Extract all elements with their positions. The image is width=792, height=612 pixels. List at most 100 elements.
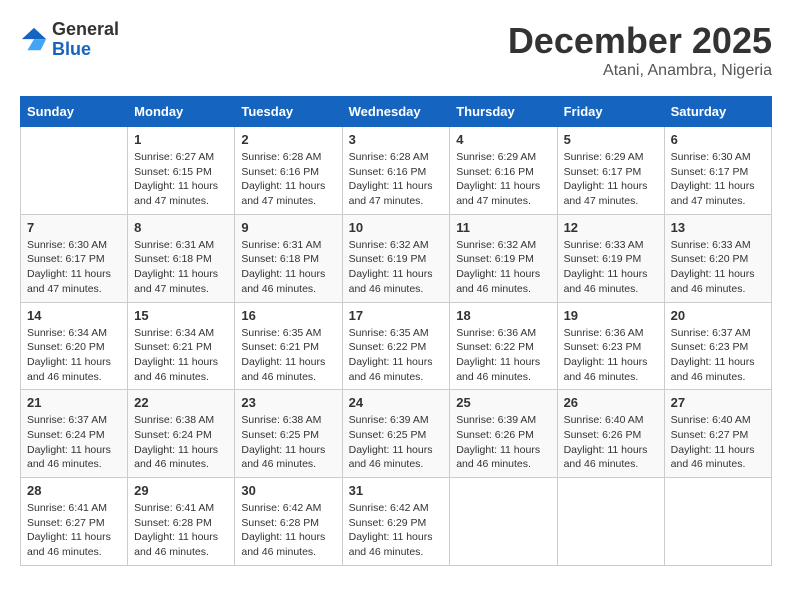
day-info: Sunrise: 6:33 AMSunset: 6:20 PMDaylight:… [671, 238, 765, 297]
calendar-cell: 25 Sunrise: 6:39 AMSunset: 6:26 PMDayligh… [450, 390, 557, 478]
day-info: Sunrise: 6:42 AMSunset: 6:28 PMDaylight:… [241, 501, 335, 560]
calendar-header-wednesday: Wednesday [342, 97, 450, 127]
day-number: 14 [27, 308, 121, 323]
day-number: 28 [27, 483, 121, 498]
logo: General Blue [20, 20, 119, 60]
calendar-cell: 1 Sunrise: 6:27 AMSunset: 6:15 PMDaylight… [128, 127, 235, 215]
day-number: 1 [134, 132, 228, 147]
day-info: Sunrise: 6:41 AMSunset: 6:28 PMDaylight:… [134, 501, 228, 560]
day-info: Sunrise: 6:38 AMSunset: 6:25 PMDaylight:… [241, 413, 335, 472]
day-number: 31 [349, 483, 444, 498]
day-info: Sunrise: 6:39 AMSunset: 6:26 PMDaylight:… [456, 413, 550, 472]
day-number: 20 [671, 308, 765, 323]
day-number: 17 [349, 308, 444, 323]
day-info: Sunrise: 6:40 AMSunset: 6:26 PMDaylight:… [564, 413, 658, 472]
day-info: Sunrise: 6:38 AMSunset: 6:24 PMDaylight:… [134, 413, 228, 472]
day-info: Sunrise: 6:28 AMSunset: 6:16 PMDaylight:… [349, 150, 444, 209]
day-number: 19 [564, 308, 658, 323]
calendar-header-tuesday: Tuesday [235, 97, 342, 127]
calendar-header-thursday: Thursday [450, 97, 557, 127]
day-number: 22 [134, 395, 228, 410]
calendar-cell: 20 Sunrise: 6:37 AMSunset: 6:23 PMDayligh… [664, 302, 771, 390]
calendar-header-row: SundayMondayTuesdayWednesdayThursdayFrid… [21, 97, 772, 127]
calendar-cell: 10Sunrise: 6:32 AMSunset: 6:19 PMDayligh… [342, 214, 450, 302]
day-number: 10 [349, 220, 444, 235]
day-info: Sunrise: 6:28 AMSunset: 6:16 PMDaylight:… [241, 150, 335, 209]
day-info: Sunrise: 6:32 AMSunset: 6:19 PMDaylight:… [456, 238, 550, 297]
day-info: Sunrise: 6:37 AMSunset: 6:24 PMDaylight:… [27, 413, 121, 472]
day-number: 11 [456, 220, 550, 235]
calendar-cell: 30 Sunrise: 6:42 AMSunset: 6:28 PMDayligh… [235, 478, 342, 566]
day-number: 5 [564, 132, 658, 147]
day-number: 30 [241, 483, 335, 498]
day-info: Sunrise: 6:30 AMSunset: 6:17 PMDaylight:… [671, 150, 765, 209]
logo-general: General [52, 20, 119, 40]
calendar-cell: 13Sunrise: 6:33 AMSunset: 6:20 PMDayligh… [664, 214, 771, 302]
calendar-cell [664, 478, 771, 566]
day-info: Sunrise: 6:36 AMSunset: 6:22 PMDaylight:… [456, 326, 550, 385]
day-info: Sunrise: 6:29 AMSunset: 6:17 PMDaylight:… [564, 150, 658, 209]
day-info: Sunrise: 6:42 AMSunset: 6:29 PMDaylight:… [349, 501, 444, 560]
calendar-header-friday: Friday [557, 97, 664, 127]
calendar-header-sunday: Sunday [21, 97, 128, 127]
day-number: 4 [456, 132, 550, 147]
calendar-cell: 16 Sunrise: 6:35 AMSunset: 6:21 PMDayligh… [235, 302, 342, 390]
calendar-week-1: 1 Sunrise: 6:27 AMSunset: 6:15 PMDaylight… [21, 127, 772, 215]
page-header: General Blue December 2025 Atani, Anambr… [20, 20, 772, 80]
day-info: Sunrise: 6:33 AMSunset: 6:19 PMDaylight:… [564, 238, 658, 297]
day-number: 9 [241, 220, 335, 235]
day-info: Sunrise: 6:31 AMSunset: 6:18 PMDaylight:… [241, 238, 335, 297]
day-number: 26 [564, 395, 658, 410]
day-info: Sunrise: 6:30 AMSunset: 6:17 PMDaylight:… [27, 238, 121, 297]
calendar-cell: 27 Sunrise: 6:40 AMSunset: 6:27 PMDayligh… [664, 390, 771, 478]
title-block: December 2025 Atani, Anambra, Nigeria [508, 20, 772, 80]
calendar-cell: 22 Sunrise: 6:38 AMSunset: 6:24 PMDayligh… [128, 390, 235, 478]
calendar-cell: 4Sunrise: 6:29 AMSunset: 6:16 PMDaylight… [450, 127, 557, 215]
day-info: Sunrise: 6:31 AMSunset: 6:18 PMDaylight:… [134, 238, 228, 297]
day-number: 12 [564, 220, 658, 235]
day-info: Sunrise: 6:35 AMSunset: 6:22 PMDaylight:… [349, 326, 444, 385]
calendar-cell: 9 Sunrise: 6:31 AMSunset: 6:18 PMDaylight… [235, 214, 342, 302]
calendar-cell: 8 Sunrise: 6:31 AMSunset: 6:18 PMDaylight… [128, 214, 235, 302]
calendar-cell: 14Sunrise: 6:34 AMSunset: 6:20 PMDayligh… [21, 302, 128, 390]
calendar-cell: 26 Sunrise: 6:40 AMSunset: 6:26 PMDayligh… [557, 390, 664, 478]
calendar-cell: 23 Sunrise: 6:38 AMSunset: 6:25 PMDayligh… [235, 390, 342, 478]
logo-text: General Blue [52, 20, 119, 60]
location-title: Atani, Anambra, Nigeria [508, 62, 772, 80]
day-number: 23 [241, 395, 335, 410]
calendar-week-5: 28 Sunrise: 6:41 AMSunset: 6:27 PMDayligh… [21, 478, 772, 566]
day-number: 18 [456, 308, 550, 323]
calendar-cell: 31 Sunrise: 6:42 AMSunset: 6:29 PMDayligh… [342, 478, 450, 566]
logo-blue: Blue [52, 40, 119, 60]
day-info: Sunrise: 6:40 AMSunset: 6:27 PMDaylight:… [671, 413, 765, 472]
calendar-cell: 6 Sunrise: 6:30 AMSunset: 6:17 PMDaylight… [664, 127, 771, 215]
calendar-cell: 15Sunrise: 6:34 AMSunset: 6:21 PMDayligh… [128, 302, 235, 390]
calendar-week-2: 7 Sunrise: 6:30 AMSunset: 6:17 PMDaylight… [21, 214, 772, 302]
day-number: 6 [671, 132, 765, 147]
day-number: 16 [241, 308, 335, 323]
month-title: December 2025 [508, 20, 772, 62]
calendar-cell: 24 Sunrise: 6:39 AMSunset: 6:25 PMDayligh… [342, 390, 450, 478]
day-info: Sunrise: 6:35 AMSunset: 6:21 PMDaylight:… [241, 326, 335, 385]
calendar-cell: 28 Sunrise: 6:41 AMSunset: 6:27 PMDayligh… [21, 478, 128, 566]
day-number: 7 [27, 220, 121, 235]
day-info: Sunrise: 6:36 AMSunset: 6:23 PMDaylight:… [564, 326, 658, 385]
day-info: Sunrise: 6:37 AMSunset: 6:23 PMDaylight:… [671, 326, 765, 385]
calendar-cell: 18 Sunrise: 6:36 AMSunset: 6:22 PMDayligh… [450, 302, 557, 390]
calendar-cell [450, 478, 557, 566]
day-number: 27 [671, 395, 765, 410]
calendar-cell: 11 Sunrise: 6:32 AMSunset: 6:19 PMDayligh… [450, 214, 557, 302]
calendar-cell: 21Sunrise: 6:37 AMSunset: 6:24 PMDayligh… [21, 390, 128, 478]
day-info: Sunrise: 6:39 AMSunset: 6:25 PMDaylight:… [349, 413, 444, 472]
day-info: Sunrise: 6:27 AMSunset: 6:15 PMDaylight:… [134, 150, 228, 209]
day-number: 3 [349, 132, 444, 147]
day-number: 2 [241, 132, 335, 147]
calendar-cell [557, 478, 664, 566]
calendar-header-saturday: Saturday [664, 97, 771, 127]
day-number: 8 [134, 220, 228, 235]
calendar-cell: 3 Sunrise: 6:28 AMSunset: 6:16 PMDaylight… [342, 127, 450, 215]
day-number: 25 [456, 395, 550, 410]
calendar-table: SundayMondayTuesdayWednesdayThursdayFrid… [20, 96, 772, 566]
day-info: Sunrise: 6:41 AMSunset: 6:27 PMDaylight:… [27, 501, 121, 560]
day-number: 24 [349, 395, 444, 410]
